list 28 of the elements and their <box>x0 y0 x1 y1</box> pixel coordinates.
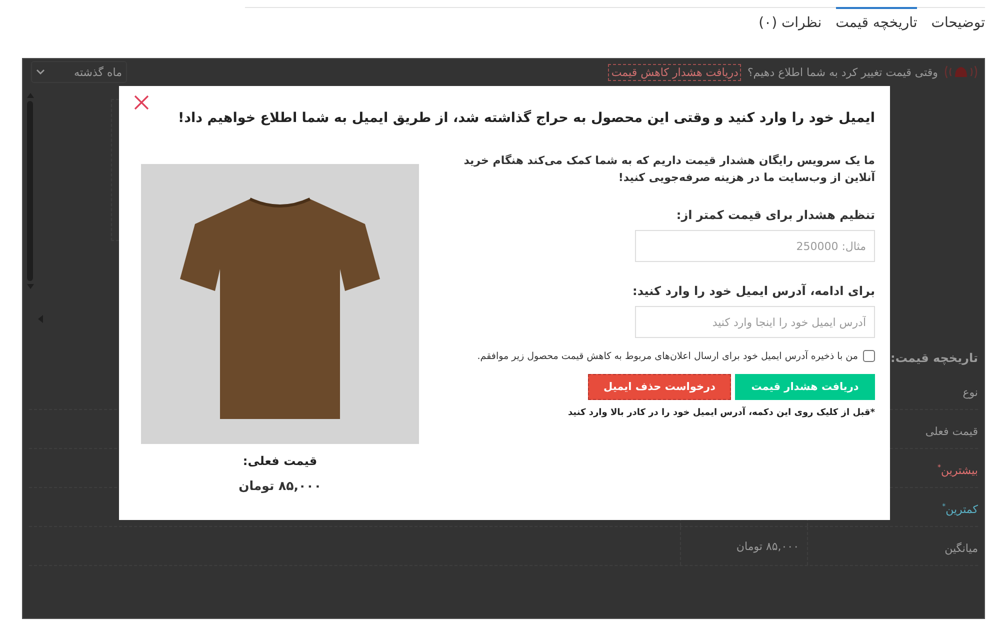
note-text: *قبل از کلیک روی این دکمه، آدرس ایمیل خود را در کادر بالا وارد کنید <box>568 408 875 418</box>
field-label: برای ادامه، آدرس ایمیل خود را وارد کنید: <box>632 284 875 298</box>
row-label: کمترین$^{*}$ <box>942 502 978 516</box>
row-label: نوع <box>962 386 978 398</box>
price-field[interactable]: مثال: 250000 <box>635 230 875 262</box>
tab[interactable]: نظرات (۰) <box>758 7 822 39</box>
alert-question: وقتی قیمت تغییر کرد به شما اطلاع دهیم؟ <box>747 66 938 78</box>
tab[interactable]: توضیحات <box>931 7 985 39</box>
remove-email-button[interactable]: درخواست حذف ایمیل <box>588 374 731 400</box>
table-cell: ۸۵,۰۰۰ تومان <box>736 540 799 552</box>
consent-checkbox[interactable] <box>863 350 875 362</box>
bell-icon <box>944 63 978 81</box>
price-value: ۸۵,۰۰۰ تومان <box>238 478 322 493</box>
section-title: تاریخچه قیمت: <box>890 351 978 365</box>
tab[interactable]: تاریخچه قیمت <box>836 7 918 39</box>
row-label: میانگین <box>944 542 978 554</box>
row-label: قیمت فعلی <box>925 424 978 438</box>
consent-label: من با ذخیره آدرس ایمیل خود برای ارسال اعلان‌های مربوط به کاهش قیمت محصول زیر موافقم. <box>477 350 858 362</box>
intro-text: ما یک سرویس رایگان هشدار قیمت داریم که به شما کمک می‌کند هنگام خرید آنلاین از وب‌سایت ما در هزینه صرفه‌جویی کنید! <box>462 153 875 186</box>
close-icon[interactable] <box>133 94 150 111</box>
chevron-down-icon <box>36 69 45 75</box>
period-dropdown[interactable]: ماه گذشته <box>31 61 127 83</box>
price-label: قیمت فعلی: <box>242 454 318 468</box>
email-field[interactable]: آدرس ایمیل خود را اینجا وارد کنید <box>635 306 875 338</box>
field-label: تنظیم هشدار برای قیمت کمتر از: <box>676 208 875 222</box>
modal-title: ایمیل خود را وارد کنید و وقتی این محصول به حراج گذاشته شد، از طریق ایمیل به شما اطلاع خواهیم داد! <box>178 110 875 126</box>
row-label: بیشترین$^{*}$ <box>937 464 978 476</box>
price-alert-link[interactable]: دریافت هشدار کاهش قیمت <box>608 64 742 80</box>
